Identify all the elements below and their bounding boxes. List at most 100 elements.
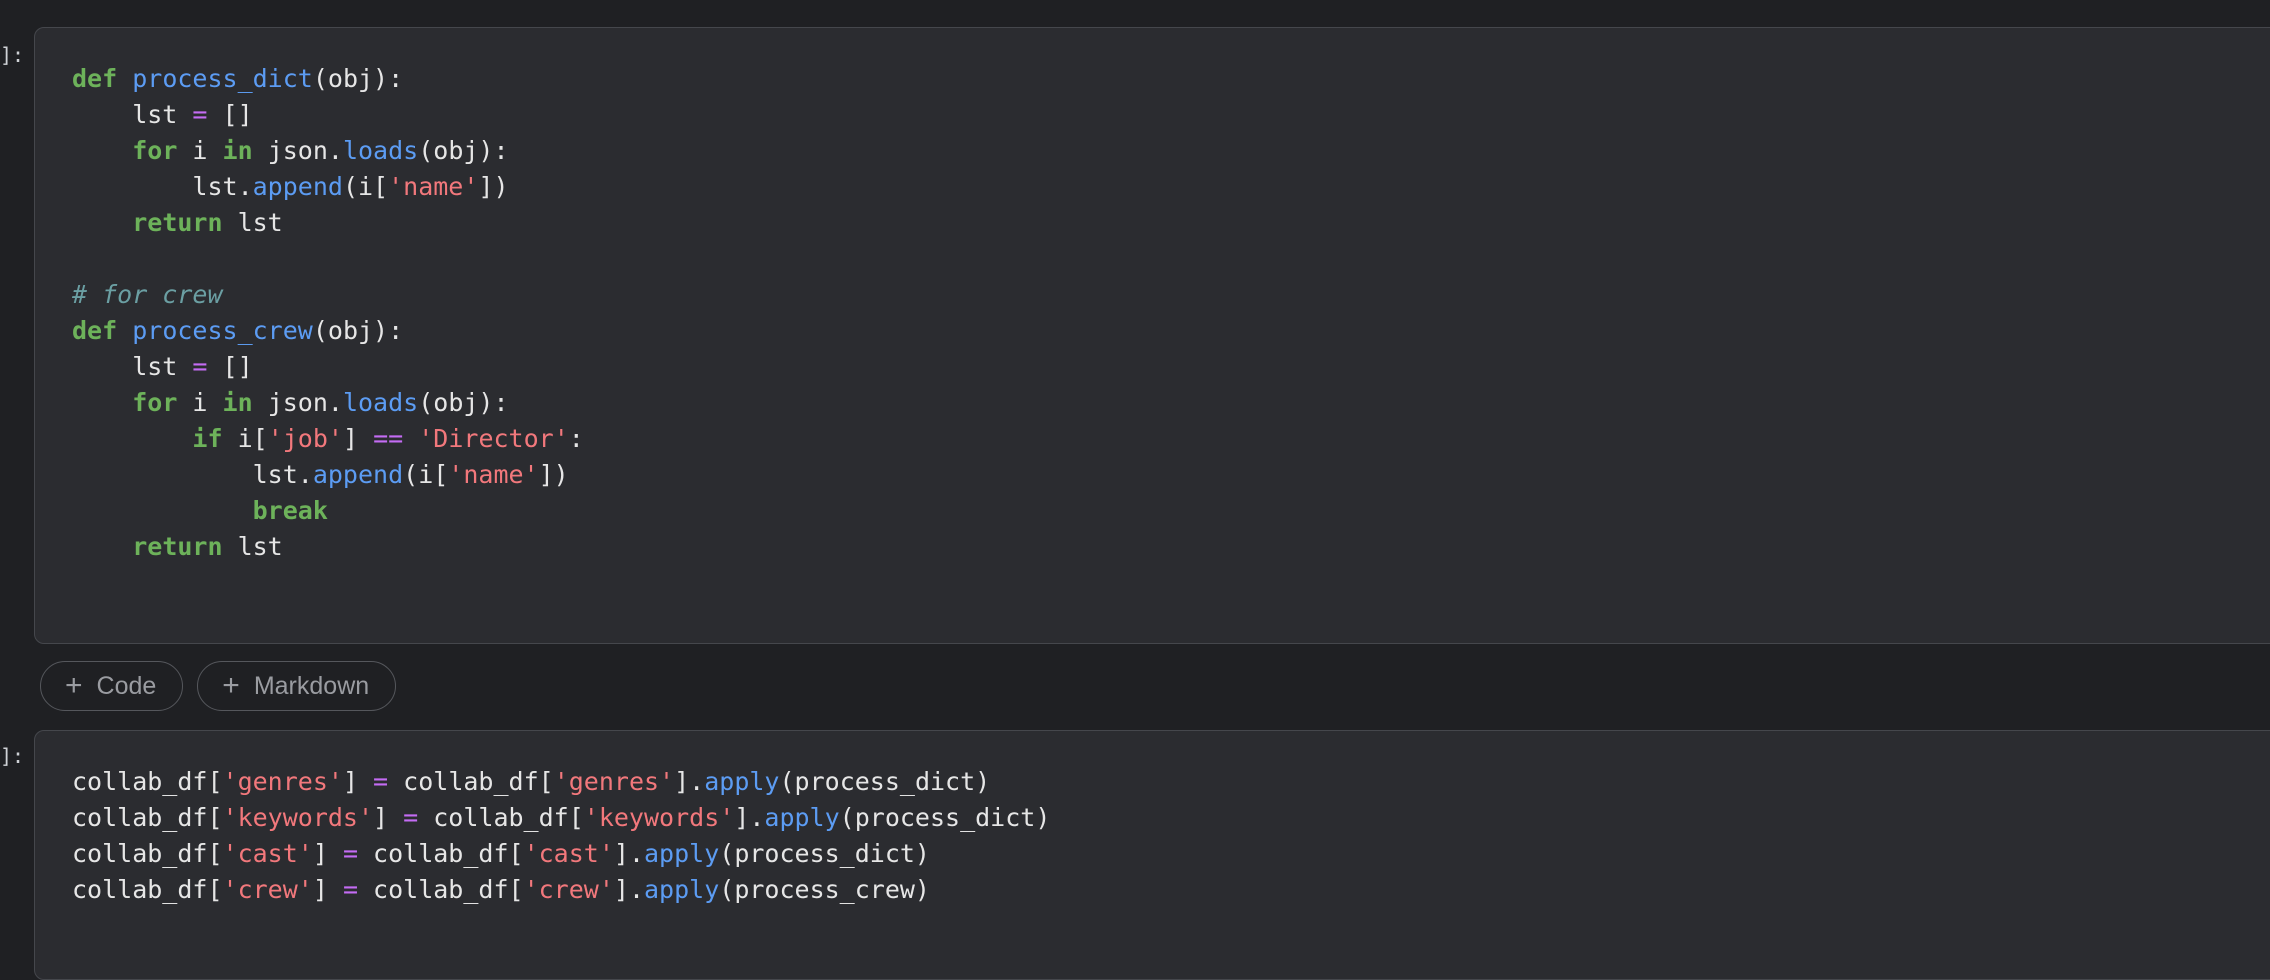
code-token: apply bbox=[704, 767, 780, 796]
add-markdown-cell-button[interactable]: + Markdown bbox=[197, 661, 397, 711]
code-line: lst = [] bbox=[72, 349, 584, 385]
code-token: def bbox=[72, 64, 118, 93]
code-token: 'cast' bbox=[222, 839, 313, 868]
code-token: lst bbox=[222, 208, 283, 237]
code-token: i bbox=[177, 136, 223, 165]
code-token: json. bbox=[252, 388, 343, 417]
code-token: ]. bbox=[613, 875, 644, 904]
code-token: if bbox=[192, 424, 223, 453]
code-token: (obj): bbox=[312, 64, 404, 93]
code-token: append bbox=[252, 172, 343, 201]
code-cell-1[interactable]: def process_dict(obj): lst = [] for i in… bbox=[34, 27, 2270, 644]
code-token: ]) bbox=[478, 172, 509, 201]
code-token: for bbox=[132, 136, 178, 165]
code-token: in bbox=[222, 388, 253, 417]
code-token: (obj): bbox=[418, 136, 509, 165]
insert-cell-toolbar: + Code + Markdown bbox=[40, 661, 397, 711]
code-line: collab_df['genres'] = collab_df['genres'… bbox=[72, 764, 1050, 800]
code-token: apply bbox=[764, 803, 840, 832]
code-line: # for crew bbox=[72, 277, 584, 313]
code-token: : bbox=[568, 424, 584, 453]
code-token: [] bbox=[207, 100, 253, 129]
code-token: return bbox=[132, 208, 223, 237]
code-token: lst. bbox=[72, 460, 313, 489]
code-token: apply bbox=[644, 839, 720, 868]
plus-icon: + bbox=[65, 669, 83, 702]
code-token: collab_df[ bbox=[388, 767, 554, 796]
code-token: loads bbox=[342, 388, 419, 417]
code-token: collab_df[ bbox=[358, 839, 524, 868]
code-token: lst bbox=[72, 100, 193, 129]
code-token: collab_df[ bbox=[72, 803, 223, 832]
code-token: = bbox=[192, 100, 208, 129]
code-token: apply bbox=[644, 875, 720, 904]
code-cell-2[interactable]: collab_df['genres'] = collab_df['genres'… bbox=[34, 730, 2270, 980]
code-token: (obj): bbox=[312, 316, 404, 345]
code-token: = bbox=[192, 352, 208, 381]
code-line: lst.append(i['name']) bbox=[72, 169, 584, 205]
code-token: in bbox=[222, 136, 253, 165]
code-token: i[ bbox=[222, 424, 268, 453]
code-token: collab_df[ bbox=[72, 767, 223, 796]
cell-2-prompt: ]: bbox=[0, 744, 25, 768]
code-line: lst.append(i['name']) bbox=[72, 457, 584, 493]
code-line: def process_dict(obj): bbox=[72, 61, 584, 97]
code-token: (process_dict) bbox=[719, 839, 930, 868]
code-token: # for crew bbox=[72, 280, 223, 309]
code-token: 'name' bbox=[448, 460, 539, 489]
code-line: lst = [] bbox=[72, 97, 584, 133]
code-line: if i['job'] == 'Director': bbox=[72, 421, 584, 457]
code-line: def process_crew(obj): bbox=[72, 313, 584, 349]
code-token: ] bbox=[373, 803, 404, 832]
code-token: (process_dict) bbox=[779, 767, 991, 796]
code-token: ] bbox=[342, 424, 374, 453]
code-token: break bbox=[252, 496, 328, 525]
code-token: def bbox=[72, 316, 118, 345]
code-token: 'keywords' bbox=[222, 803, 374, 832]
code-token: = bbox=[342, 875, 358, 904]
code-token: ]. bbox=[674, 767, 705, 796]
code-token: (i[ bbox=[403, 460, 449, 489]
add-code-cell-button[interactable]: + Code bbox=[40, 661, 184, 711]
cell-1-prompt: ]: bbox=[0, 43, 25, 67]
code-token: i bbox=[177, 388, 223, 417]
code-token: ] bbox=[312, 839, 343, 868]
code-token: collab_df[ bbox=[72, 839, 223, 868]
code-token: ]. bbox=[734, 803, 765, 832]
code-token: lst bbox=[72, 352, 193, 381]
code-token: (process_dict) bbox=[839, 803, 1051, 832]
code-token: lst. bbox=[72, 172, 253, 201]
code-token: ] bbox=[342, 767, 374, 796]
code-token: json. bbox=[252, 136, 343, 165]
add-code-label: Code bbox=[96, 671, 157, 700]
code-token: 'crew' bbox=[222, 875, 313, 904]
code-line: break bbox=[72, 493, 584, 529]
code-token: 'keywords' bbox=[583, 803, 735, 832]
code-token: = bbox=[403, 803, 419, 832]
code-token: collab_df[ bbox=[358, 875, 524, 904]
code-token: = bbox=[373, 767, 389, 796]
code-editor-2[interactable]: collab_df['genres'] = collab_df['genres'… bbox=[72, 764, 1050, 908]
code-line: for i in json.loads(obj): bbox=[72, 385, 584, 421]
code-token: for bbox=[132, 388, 178, 417]
code-token: loads bbox=[342, 136, 419, 165]
add-markdown-label: Markdown bbox=[253, 671, 370, 700]
code-line: return lst bbox=[72, 529, 584, 565]
code-line: for i in json.loads(obj): bbox=[72, 133, 584, 169]
code-editor-1[interactable]: def process_dict(obj): lst = [] for i in… bbox=[72, 61, 584, 565]
code-token: return bbox=[132, 532, 223, 561]
code-token: 'cast' bbox=[523, 839, 614, 868]
code-line: collab_df['cast'] = collab_df['cast'].ap… bbox=[72, 836, 1050, 872]
code-token: process_crew bbox=[132, 316, 313, 345]
code-token: collab_df[ bbox=[72, 875, 223, 904]
code-line: return lst bbox=[72, 205, 584, 241]
code-token: 'genres' bbox=[553, 767, 675, 796]
